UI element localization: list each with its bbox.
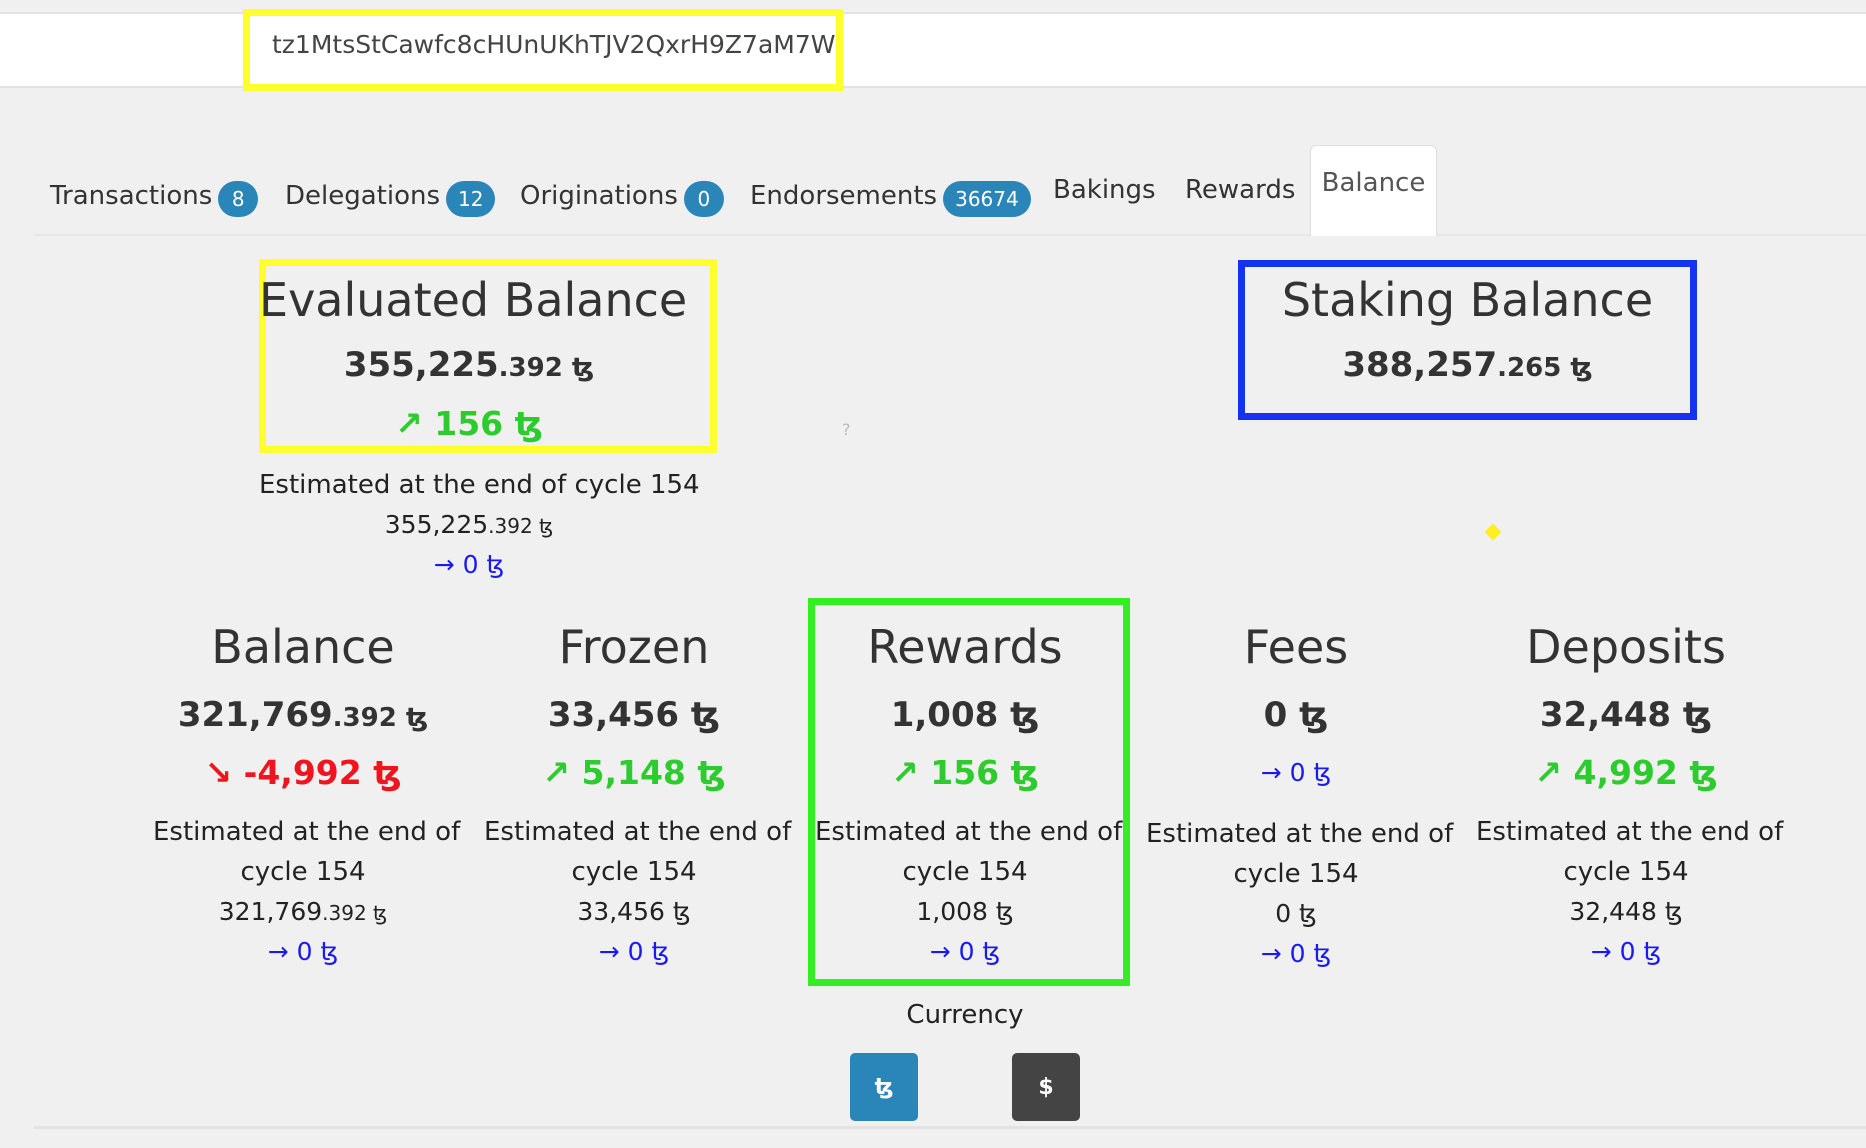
amount-decimal: .392 ꜩ (322, 901, 388, 925)
balance-title: Balance (211, 620, 395, 674)
amount-decimal: .392 ꜩ (488, 514, 554, 538)
frozen-estimate-line2: cycle 154 (571, 857, 697, 887)
frozen-amount: 33,456 ꜩ (547, 695, 721, 735)
frozen-estimate-change: → 0 ꜩ (598, 937, 670, 966)
deposits-estimate-line1: Estimated at the end of (1476, 817, 1784, 847)
count-badge: 36674 (943, 181, 1031, 217)
staking-balance-amount: 388,257.265 ꜩ (1238, 345, 1697, 385)
amount-integer: 388,257 (1342, 345, 1498, 385)
tab-endorsements[interactable]: Endorsements 36674 (750, 175, 1031, 217)
rewards-change: ↗ 156 ꜩ (891, 753, 1039, 792)
balance-estimate-change: → 0 ꜩ (267, 937, 339, 966)
evaluated-estimate-label: Estimated at the end of cycle 154 (259, 470, 700, 500)
dollar-icon: $ (1038, 1074, 1054, 1100)
amount-decimal: .392 ꜩ (332, 703, 429, 733)
count-badge: 12 (446, 181, 496, 217)
balance-change: ↘ -4,992 ꜩ (204, 753, 402, 792)
amount-integer: 355,225 (343, 345, 499, 385)
tab-label: Endorsements (750, 181, 938, 211)
evaluated-balance-amount: 355,225.392 ꜩ (259, 345, 679, 385)
fees-estimate-line2: cycle 154 (1233, 859, 1359, 889)
deposits-title: Deposits (1526, 620, 1726, 674)
evaluated-estimate-change: → 0 ꜩ (433, 550, 505, 579)
balance-estimate-line1: Estimated at the end of (153, 817, 461, 847)
fees-estimate-amount: 0 ꜩ (1275, 899, 1317, 928)
amount-integer: 355,225 (384, 510, 489, 539)
frozen-change: ↗ 5,148 ꜩ (542, 753, 726, 792)
tab-rewards[interactable]: Rewards (1185, 175, 1295, 205)
amount-integer: 321,769 (218, 897, 323, 926)
frozen-title: Frozen (558, 620, 710, 674)
tab-label: Balance (1321, 168, 1426, 198)
balance-amount: 321,769.392 ꜩ (153, 695, 453, 735)
tab-label: Rewards (1185, 175, 1296, 205)
fees-estimate-change: → 0 ꜩ (1260, 939, 1332, 968)
amount-integer: 321,769 (177, 695, 333, 735)
tab-label: Originations (520, 181, 678, 211)
balance-estimate-line2: cycle 154 (240, 857, 366, 887)
tab-delegations[interactable]: Delegations 12 (285, 175, 496, 217)
evaluated-estimate-amount: 355,225.392 ꜩ (259, 510, 679, 539)
tab-label: Transactions (50, 181, 213, 211)
tez-icon: ꜩ (874, 1074, 894, 1100)
fees-change: → 0 ꜩ (1260, 758, 1332, 787)
fees-amount: 0 ꜩ (1263, 695, 1329, 735)
count-badge: 0 (683, 181, 724, 217)
currency-tez-button[interactable]: ꜩ (850, 1053, 918, 1121)
currency-label: Currency (906, 1000, 1024, 1030)
rewards-estimate-line1: Estimated at the end of (815, 817, 1123, 847)
fees-estimate-line1: Estimated at the end of (1146, 819, 1454, 849)
amount-decimal: .265 ꜩ (1497, 353, 1593, 383)
tab-balance[interactable]: Balance (1310, 145, 1437, 236)
frozen-estimate-amount: 33,456 ꜩ (577, 897, 691, 926)
count-badge: 8 (218, 181, 259, 217)
help-icon[interactable]: ? (842, 420, 851, 439)
tab-bakings[interactable]: Bakings (1053, 175, 1156, 205)
rewards-estimate-change: → 0 ꜩ (929, 937, 1001, 966)
address-text[interactable]: tz1MtsStCawfc8cHUnUKhTJV2QxrH9Z7aM7W (272, 30, 835, 59)
balance-estimate-amount: 321,769.392 ꜩ (153, 897, 453, 926)
rewards-amount: 1,008 ꜩ (890, 695, 1040, 735)
tab-label: Bakings (1053, 175, 1156, 205)
evaluated-balance-title: Evaluated Balance (259, 273, 688, 327)
deposits-estimate-line2: cycle 154 (1563, 857, 1689, 887)
currency-usd-button[interactable]: $ (1012, 1053, 1080, 1121)
deposits-amount: 32,448 ꜩ (1539, 695, 1713, 735)
deposits-change: ↗ 4,992 ꜩ (1534, 753, 1718, 792)
tab-originations[interactable]: Originations 0 (520, 175, 724, 217)
staking-balance-title: Staking Balance (1281, 273, 1654, 327)
deposits-estimate-change: → 0 ꜩ (1590, 937, 1662, 966)
rewards-title: Rewards (867, 620, 1063, 674)
amount-decimal: .392 ꜩ (498, 353, 595, 383)
tab-transactions[interactable]: Transactions 8 (50, 175, 259, 217)
frozen-estimate-line1: Estimated at the end of (484, 817, 792, 847)
tab-label: Delegations (285, 181, 441, 211)
rewards-estimate-amount: 1,008 ꜩ (916, 897, 1014, 926)
rewards-estimate-line2: cycle 154 (902, 857, 1028, 887)
evaluated-balance-change: ↗ 156 ꜩ (395, 404, 543, 443)
fees-title: Fees (1243, 620, 1349, 674)
deposits-estimate-amount: 32,448 ꜩ (1569, 897, 1683, 926)
